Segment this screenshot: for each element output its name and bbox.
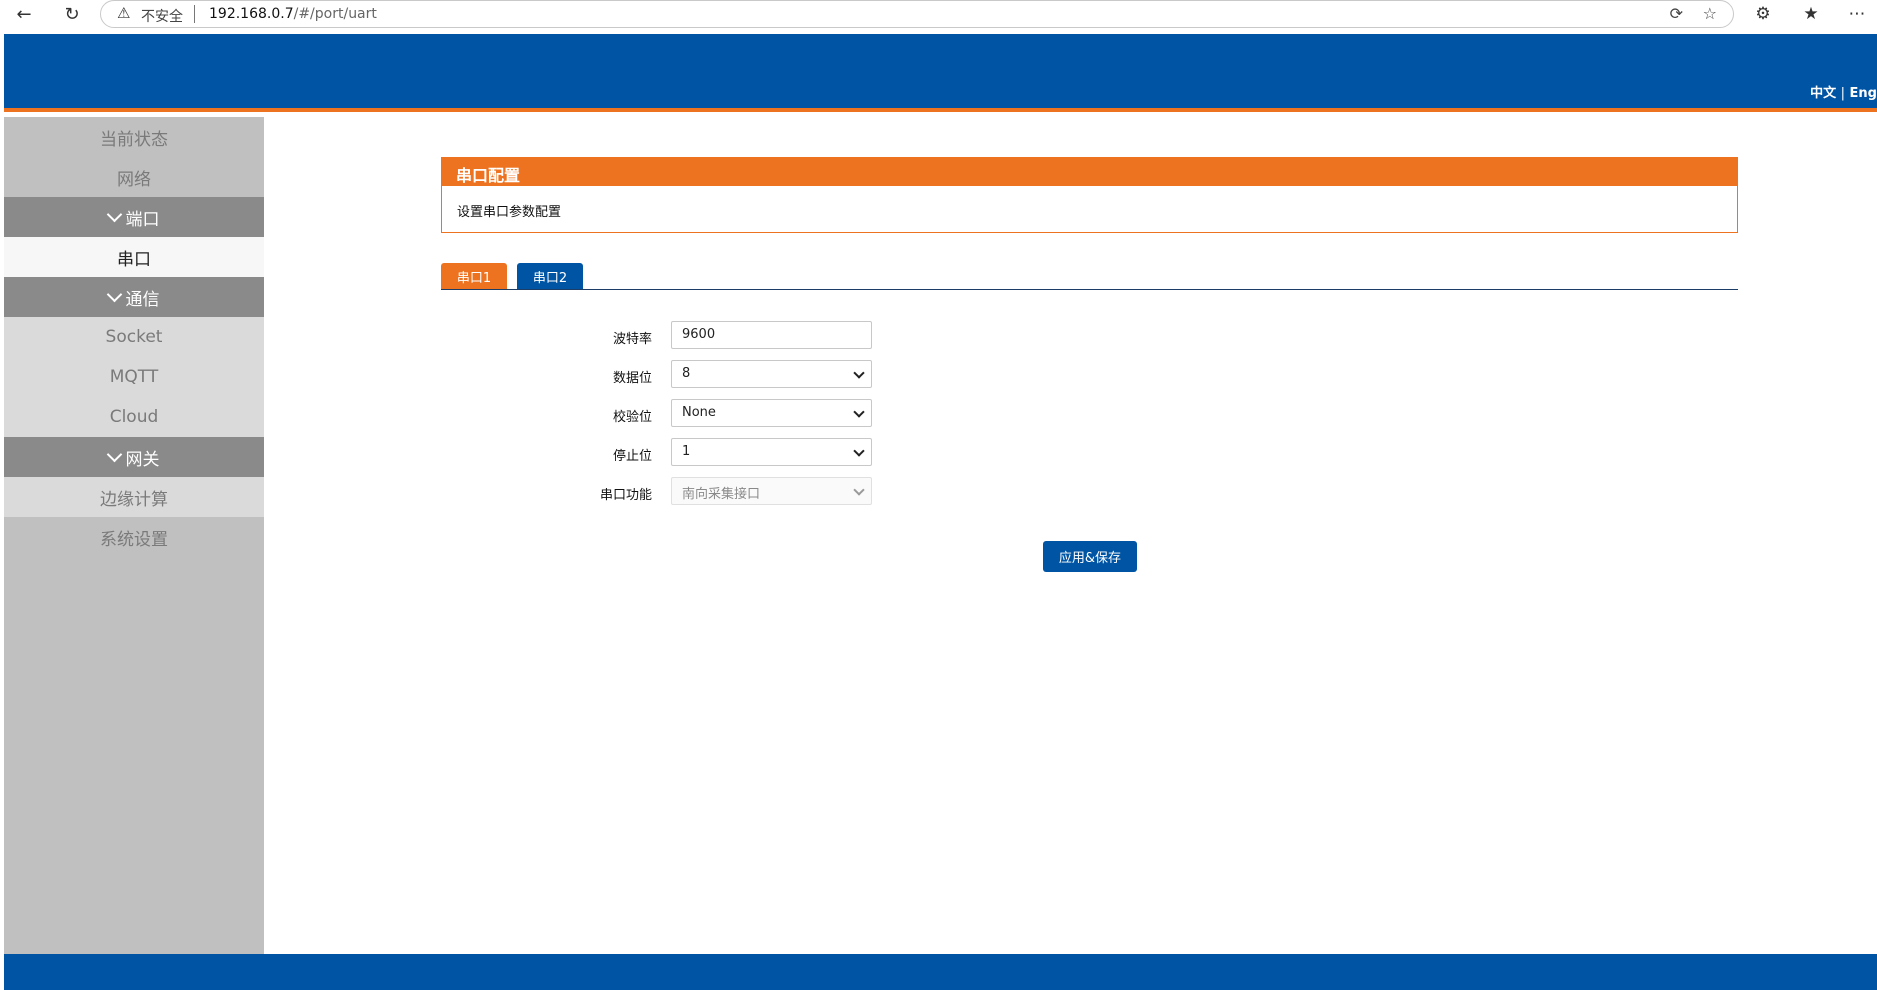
sidebar-item-label: Socket (105, 327, 163, 347)
banner-accent-stripe (4, 108, 1877, 112)
sidebar-item-label: 串口 (117, 249, 151, 270)
sidebar: 当前状态 网络 端口 串口 通信 Socket MQTT Cloud 网关 边缘… (4, 117, 264, 954)
parity-value: None (682, 405, 716, 420)
url-path: /#/port/uart (293, 6, 377, 22)
url-text[interactable]: 192.168.0.7/#/port/uart (209, 6, 377, 22)
security-label: 不安全 (141, 9, 183, 25)
sidebar-item-label: 边缘计算 (100, 489, 168, 510)
stop-bits-label: 停止位 (612, 449, 652, 464)
serial-function-value: 南向采集接口 (682, 487, 761, 502)
sidebar-group-gateway[interactable]: 网关 (4, 437, 264, 477)
chevron-down-icon (106, 446, 122, 462)
browser-toolbar: ← ↻ ⚠ 不安全 192.168.0.7/#/port/uart ⟳ ☆ ⚙ … (0, 0, 1877, 33)
lang-en-link[interactable]: Eng (1850, 86, 1877, 101)
sidebar-item-cloud[interactable]: Cloud (4, 397, 264, 437)
stop-bits-select[interactable]: 1 (671, 438, 872, 466)
data-bits-label: 数据位 (612, 371, 652, 386)
url-host: 192.168.0.7 (209, 6, 294, 22)
data-bits-select[interactable]: 8 (671, 360, 872, 388)
address-divider (194, 5, 195, 23)
chevron-down-icon (853, 406, 865, 418)
parity-label: 校验位 (612, 410, 652, 425)
sidebar-item-system-settings[interactable]: 系统设置 (4, 517, 264, 557)
apply-save-label: 应用&保存 (1058, 551, 1122, 566)
sidebar-item-network[interactable]: 网络 (4, 157, 264, 197)
sidebar-item-edge-computing[interactable]: 边缘计算 (4, 477, 264, 517)
tab-underline (441, 289, 1738, 290)
sidebar-item-label: MQTT (109, 367, 159, 387)
lang-zh-link[interactable]: 中文 (1810, 86, 1836, 101)
sidebar-item-socket[interactable]: Socket (4, 317, 264, 357)
back-arrow-icon[interactable]: ← (10, 0, 38, 28)
panel-title: 串口配置 (441, 157, 1738, 186)
sidebar-group-port[interactable]: 端口 (4, 197, 264, 237)
parity-select[interactable]: None (671, 399, 872, 427)
sidebar-group-label: 通信 (125, 289, 160, 310)
baud-rate-input[interactable]: 9600 (671, 321, 872, 349)
sidebar-item-label: 系统设置 (100, 529, 168, 550)
extensions-icon[interactable]: ⚙ (1748, 0, 1778, 28)
sidebar-item-serial[interactable]: 串口 (4, 237, 264, 277)
sidebar-group-label: 网关 (125, 449, 160, 470)
language-switcher: 中文 | Eng (1810, 82, 1877, 101)
top-banner: 中文 | Eng (4, 34, 1877, 112)
stop-bits-value: 1 (682, 444, 691, 459)
baud-rate-value: 9600 (682, 327, 716, 342)
tab-label: 串口2 (532, 270, 568, 286)
chevron-down-icon (106, 286, 122, 302)
sidebar-item-label: 网络 (117, 169, 151, 190)
sidebar-group-communication[interactable]: 通信 (4, 277, 264, 317)
sidebar-item-mqtt[interactable]: MQTT (4, 357, 264, 397)
favorite-star-icon[interactable]: ☆ (1703, 4, 1717, 23)
address-bar[interactable]: ⚠ 不安全 192.168.0.7/#/port/uart ⟳ ☆ (100, 0, 1734, 28)
tab-serial-1[interactable]: 串口1 (441, 263, 507, 289)
reload-icon[interactable]: ↻ (58, 0, 86, 28)
serial-function-label: 串口功能 (599, 488, 652, 503)
footer-bar (4, 954, 1877, 990)
tab-serial-2[interactable]: 串口2 (517, 263, 583, 289)
sidebar-group-label: 端口 (125, 209, 160, 230)
chevron-down-icon (853, 445, 865, 457)
favorites-list-icon[interactable]: ★ (1796, 0, 1826, 28)
chevron-down-icon (853, 484, 865, 496)
apply-save-button[interactable]: 应用&保存 (1043, 541, 1137, 572)
sidebar-item-label: Cloud (109, 407, 159, 427)
chevron-down-icon (853, 367, 865, 379)
panel-description-text: 设置串口参数配置 (457, 205, 562, 220)
baud-rate-label: 波特率 (612, 332, 652, 347)
read-aloud-icon[interactable]: ⟳ (1670, 4, 1683, 23)
tab-label: 串口1 (456, 270, 492, 286)
sidebar-item-label: 当前状态 (100, 129, 168, 150)
chevron-down-icon (106, 206, 122, 222)
lang-separator: | (1840, 86, 1846, 101)
warning-icon: ⚠ (117, 4, 131, 22)
data-bits-value: 8 (682, 366, 691, 381)
sidebar-item-status[interactable]: 当前状态 (4, 117, 264, 157)
serial-function-select: 南向采集接口 (671, 477, 872, 505)
more-menu-icon[interactable]: ⋯ (1842, 0, 1872, 28)
panel-description: 设置串口参数配置 (441, 186, 1738, 233)
